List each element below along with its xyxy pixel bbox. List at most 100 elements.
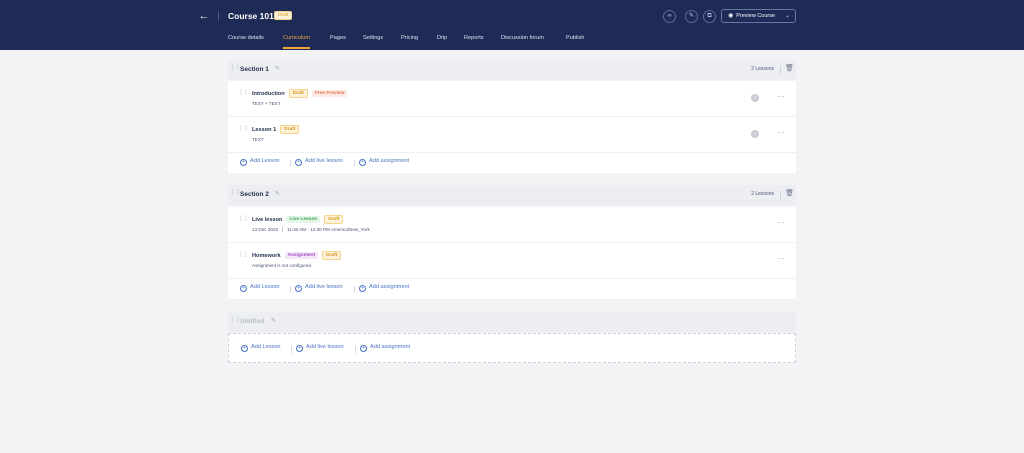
trash-icon[interactable]: 🗑 <box>785 64 794 72</box>
tab-drip[interactable]: Drip <box>437 34 447 43</box>
add-actions-row: + Add Lesson + Add live lesson + Add assign… <box>229 339 795 359</box>
tab-pricing[interactable]: Pricing <box>401 34 418 43</box>
divider <box>291 346 292 353</box>
preview-course-button[interactable]: ◉ Preview Course ⌄ <box>721 9 796 23</box>
live-lesson-badge: Live Lesson <box>286 216 321 223</box>
section-title: Section 1 <box>240 66 269 73</box>
divider <box>290 160 291 167</box>
add-lesson-button[interactable]: + Add Lesson <box>240 158 280 166</box>
more-options-icon[interactable]: ··· <box>777 254 785 263</box>
lesson-item[interactable]: ⋮⋮ Lesson 1 Draft TEXT i ··· <box>228 117 796 153</box>
add-live-lesson-label: Add live lesson <box>306 344 344 350</box>
divider <box>780 191 781 199</box>
add-assignment-button[interactable]: + Add assignment <box>359 158 409 166</box>
lesson-title: Introduction <box>252 90 285 97</box>
divider <box>282 227 284 233</box>
edit-icon[interactable]: ✎ <box>685 10 698 23</box>
divider <box>354 286 355 293</box>
info-icon[interactable]: i <box>751 94 759 102</box>
lesson-title: Lesson 1 <box>252 126 277 133</box>
plus-circle-icon: + <box>296 345 303 352</box>
add-live-lesson-button[interactable]: + Add live lesson <box>296 344 344 352</box>
plus-circle-icon: + <box>240 285 247 292</box>
chevron-down-icon: ⌄ <box>784 13 790 19</box>
section-card: ⋮⋮ Introduction Draft Free Preview TEST + … <box>228 81 796 173</box>
tab-settings[interactable]: Settings <box>363 34 383 43</box>
pencil-icon[interactable]: ✎ <box>275 65 280 72</box>
lesson-count: 2 Lessons <box>751 191 774 197</box>
divider <box>218 11 219 21</box>
status-badge: Draft <box>324 215 344 224</box>
lesson-title-row: Introduction Draft Free Preview <box>252 89 348 98</box>
section-header: ⋮⋮ Section 1 ✎ 2 Lessons 🗑 <box>228 60 796 80</box>
tab-pages[interactable]: Pages <box>330 34 346 43</box>
drag-handle-icon[interactable]: ⋮⋮ <box>238 89 249 96</box>
drag-handle-icon[interactable]: ⋮⋮ <box>238 215 249 222</box>
copy-icon[interactable]: ⧉ <box>703 10 716 23</box>
pencil-icon[interactable]: ✎ <box>271 317 276 324</box>
tab-publish[interactable]: Publish <box>566 34 584 43</box>
section-title: Untitled <box>240 318 265 325</box>
info-icon[interactable]: i <box>751 130 759 138</box>
plus-circle-icon: + <box>240 159 247 166</box>
add-actions-row: + Add Lesson + Add live lesson + Add assign… <box>228 153 796 173</box>
lesson-item[interactable]: ⋮⋮ Introduction Draft Free Preview TEST + … <box>228 81 796 117</box>
add-live-lesson-button[interactable]: + Add live lesson <box>295 284 343 292</box>
more-options-icon[interactable]: ··· <box>777 218 785 227</box>
lesson-content-types: TEXT <box>252 137 264 142</box>
add-live-lesson-label: Add live lesson <box>305 158 343 164</box>
drag-handle-icon[interactable]: ⋮⋮ <box>238 251 249 258</box>
tab-reports[interactable]: Reports <box>464 34 484 43</box>
add-lesson-button[interactable]: + Add Lesson <box>240 284 280 292</box>
lesson-content-types: TEST + TEXT <box>252 101 281 106</box>
preview-course-label: Preview Course <box>736 13 776 19</box>
drag-handle-icon[interactable]: ⋮⋮ <box>230 316 241 323</box>
lesson-item[interactable]: ⋮⋮ Homework Assignment Draft Assignment is… <box>228 243 796 279</box>
divider <box>355 346 356 353</box>
drag-handle-icon[interactable]: ⋮⋮ <box>230 189 241 196</box>
course-title: Course 101 <box>228 11 274 21</box>
assignment-badge: Assignment <box>284 252 319 259</box>
plus-circle-icon: + <box>295 159 302 166</box>
lesson-title: Homework <box>252 252 281 259</box>
lesson-title-row: Lesson 1 Draft <box>252 125 300 134</box>
tab-curriculum[interactable]: Curriculum <box>283 34 311 49</box>
plus-circle-icon: + <box>241 345 248 352</box>
drag-handle-icon[interactable]: ⋮⋮ <box>238 125 249 132</box>
add-lesson-label: Add Lesson <box>250 284 280 290</box>
eye-icon: ◉ <box>728 13 734 19</box>
plus-circle-icon: + <box>360 345 367 352</box>
add-assignment-label: Add assignment <box>369 284 410 290</box>
lesson-title: Live lesson <box>252 216 283 223</box>
plus-circle-icon: + <box>359 285 366 292</box>
section-card: ⋮⋮ Live lesson Live Lesson Draft 13 Dec 20… <box>228 207 796 299</box>
free-preview-badge: Free Preview <box>311 90 348 97</box>
section-header: ⋮⋮ Section 2 ✎ 2 Lessons 🗑 <box>228 185 796 205</box>
status-badge: Draft <box>322 251 342 260</box>
add-lesson-button[interactable]: + Add Lesson <box>241 344 281 352</box>
divider <box>290 286 291 293</box>
plus-circle-icon: + <box>359 159 366 166</box>
drag-handle-icon[interactable]: ⋮⋮ <box>230 64 241 71</box>
trash-icon[interactable]: 🗑 <box>785 189 794 197</box>
pencil-icon[interactable]: ✎ <box>275 190 280 197</box>
tab-discussion-forum[interactable]: Discussion forum <box>501 34 544 43</box>
back-arrow-icon[interactable]: ← <box>197 9 211 23</box>
more-options-icon[interactable]: ··· <box>777 92 785 101</box>
add-assignment-label: Add assignment <box>369 158 410 164</box>
tab-course-details[interactable]: Course details <box>228 34 264 43</box>
empty-section-dropzone: + Add Lesson + Add live lesson + Add assign… <box>228 333 796 363</box>
live-lesson-schedule: 13 Dec 2022 11:30 AM - 12:30 PM America/N… <box>252 227 370 233</box>
section-header: ⋮⋮ Untitled ✎ <box>228 312 796 332</box>
status-badge: Draft <box>288 89 308 98</box>
add-assignment-button[interactable]: + Add assignment <box>360 344 410 352</box>
link-icon[interactable]: ∞ <box>663 10 676 23</box>
add-live-lesson-button[interactable]: + Add live lesson <box>295 158 343 166</box>
add-assignment-button[interactable]: + Add assignment <box>359 284 409 292</box>
more-options-icon[interactable]: ··· <box>777 128 785 137</box>
divider <box>780 66 781 74</box>
add-actions-row: + Add Lesson + Add live lesson + Add assign… <box>228 279 796 299</box>
lesson-title-row: Homework Assignment Draft <box>252 251 342 260</box>
lesson-item[interactable]: ⋮⋮ Live lesson Live Lesson Draft 13 Dec 20… <box>228 207 796 243</box>
lesson-date: 13 Dec 2022 <box>252 227 279 232</box>
